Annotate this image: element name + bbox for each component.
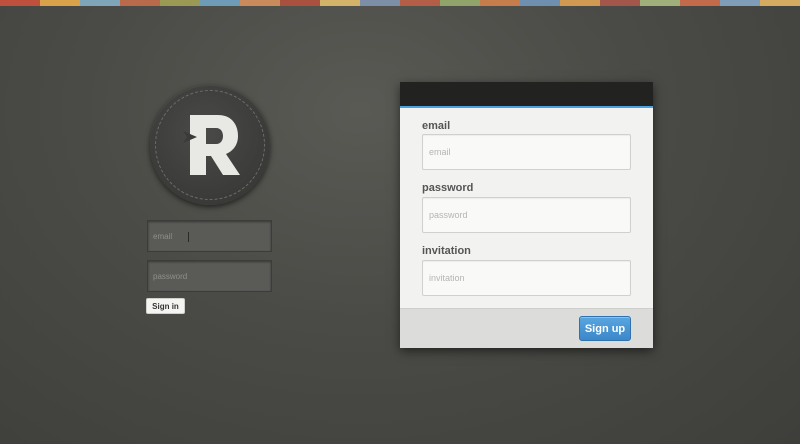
stripe-segment: [680, 0, 720, 6]
signin-email-input[interactable]: [147, 220, 272, 252]
signin-button[interactable]: Sign in: [146, 298, 185, 314]
signin-password-input[interactable]: [147, 260, 272, 292]
logo: [150, 85, 270, 205]
stripe-segment: [80, 0, 120, 6]
stripe-segment: [440, 0, 480, 6]
signup-card-footer: Sign up: [400, 308, 653, 348]
stripe-segment: [640, 0, 680, 6]
stripe-segment: [240, 0, 280, 6]
stripe-segment: [520, 0, 560, 6]
stripe-segment: [200, 0, 240, 6]
stripe-segment: [360, 0, 400, 6]
signup-email-label: email: [422, 120, 451, 132]
stripe-segment: [280, 0, 320, 6]
stripe-segment: [40, 0, 80, 6]
stripe-segment: [720, 0, 760, 6]
signup-password-input[interactable]: [422, 197, 631, 233]
stripe-segment: [600, 0, 640, 6]
r-monogram-logo-icon: [183, 115, 240, 175]
signup-password-label: password: [422, 182, 474, 194]
stripe-segment: [480, 0, 520, 6]
stripe-segment: [0, 0, 40, 6]
stripe-segment: [160, 0, 200, 6]
signup-invitation-label: invitation: [422, 245, 471, 257]
stripe-segment: [120, 0, 160, 6]
text-cursor-icon: [188, 232, 189, 242]
top-color-stripe: [0, 0, 800, 6]
signup-card: email password invitation Sign up: [400, 82, 653, 348]
signup-invitation-input[interactable]: [422, 260, 631, 296]
stripe-segment: [760, 0, 800, 6]
stripe-segment: [400, 0, 440, 6]
stripe-segment: [560, 0, 600, 6]
signup-card-header: [400, 82, 653, 108]
signup-email-input[interactable]: [422, 134, 631, 170]
stripe-segment: [320, 0, 360, 6]
signup-button[interactable]: Sign up: [579, 316, 631, 341]
